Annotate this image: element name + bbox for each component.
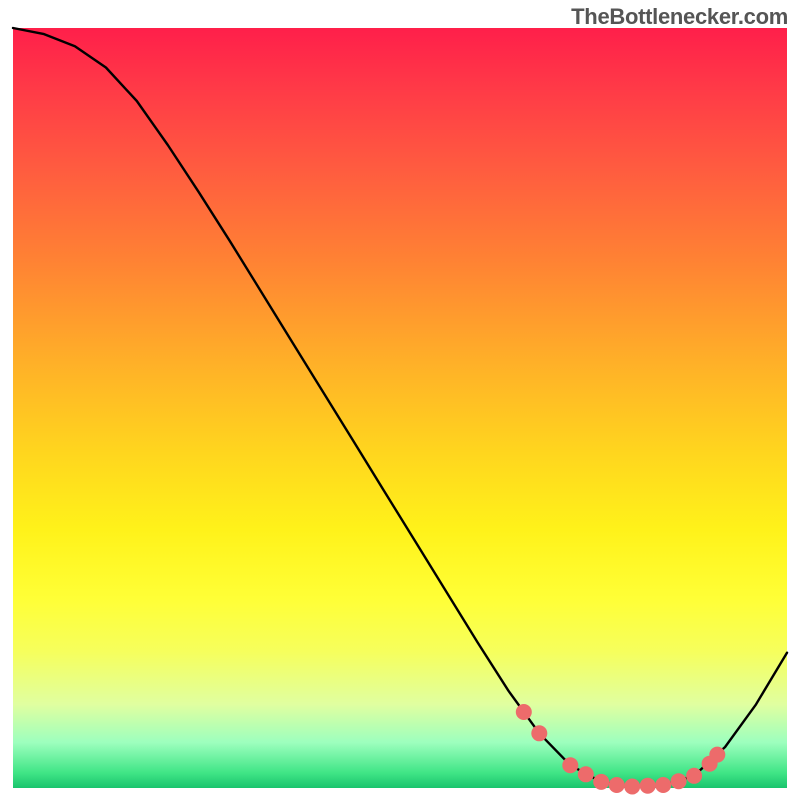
bottleneck-curve [13,28,787,787]
marker-dot [709,747,725,763]
marker-dot [531,725,547,741]
chart-container: TheBottlenecker.com [0,0,800,800]
marker-dot [686,768,702,784]
marker-dot [640,778,656,794]
chart-plot-area [13,28,787,788]
watermark-text: TheBottlenecker.com [571,4,788,30]
marker-dot [655,777,671,793]
marker-dot [624,779,640,795]
marker-dot [562,757,578,773]
marker-dot [671,773,687,789]
marker-dot [516,704,532,720]
marker-dot [593,774,609,790]
marker-dots-group [516,704,726,795]
chart-svg [13,28,787,788]
marker-dot [578,766,594,782]
marker-dot [609,777,625,793]
